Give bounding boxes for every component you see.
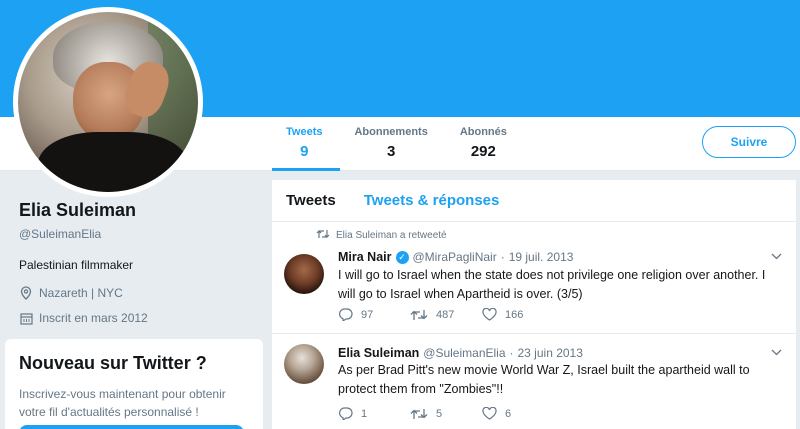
- profile-joined: Inscrit en mars 2012: [19, 311, 259, 325]
- tweet-date[interactable]: 23 juin 2013: [518, 346, 583, 360]
- stat-label: Abonnés: [459, 126, 507, 138]
- signup-text: Inscrivez-vous maintenant pour obtenir v…: [19, 387, 226, 419]
- stat-label: Tweets: [286, 126, 323, 138]
- stat-label: Abonnements: [354, 126, 428, 138]
- like-count: 6: [505, 407, 512, 420]
- tweet-author-handle[interactable]: @SuleimanElia: [423, 346, 505, 360]
- signup-module: Nouveau sur Twitter ? Inscrivez-vous mai…: [5, 339, 263, 429]
- tweet-header: Mira Nair ✓ @MiraPagliNair · 19 juil. 20…: [338, 250, 573, 264]
- retweet-count: 487: [436, 308, 455, 321]
- retweet-action[interactable]: 487: [410, 308, 482, 321]
- reply-count: 97: [361, 308, 374, 321]
- profile-card: Elia Suleiman @SuleimanElia Palestinian …: [19, 200, 259, 325]
- stat-value: 9: [300, 143, 309, 160]
- profile-location: Nazareth | NYC: [19, 286, 259, 300]
- profile-stats: Tweets 9 Abonnements 3 Abonnés 292: [272, 117, 525, 171]
- tab-tweets[interactable]: Tweets: [286, 192, 336, 209]
- retweet-icon: [410, 408, 428, 420]
- like-icon: [482, 308, 497, 321]
- follow-button[interactable]: Suivre: [702, 126, 796, 158]
- tweet-separator: ·: [509, 346, 514, 360]
- stat-following[interactable]: Abonnements 3: [340, 117, 445, 171]
- profile-name[interactable]: Elia Suleiman: [19, 200, 259, 221]
- retweet-action[interactable]: 5: [410, 407, 482, 420]
- location-text: Nazareth | NYC: [39, 286, 123, 300]
- tab-tweets-replies[interactable]: Tweets & réponses: [364, 192, 500, 209]
- stat-followers[interactable]: Abonnés 292: [446, 117, 525, 171]
- signup-button[interactable]: [19, 425, 244, 429]
- reply-action[interactable]: 1: [338, 407, 410, 420]
- tweet-avatar[interactable]: [284, 344, 324, 384]
- reply-icon: [338, 407, 353, 420]
- stat-value: 3: [386, 143, 396, 160]
- location-pin-icon: [19, 286, 33, 300]
- profile-handle[interactable]: @SuleimanElia: [19, 227, 259, 241]
- like-icon: [482, 407, 497, 420]
- retweet-icon: [316, 229, 330, 242]
- retweet-icon: [410, 309, 428, 321]
- tweet-separator: ·: [500, 250, 505, 264]
- tweet-author-name[interactable]: Elia Suleiman: [338, 346, 419, 360]
- reply-icon: [338, 308, 353, 321]
- retweet-context-text: Elia Suleiman a retweeté: [336, 230, 447, 241]
- retweet-count: 5: [436, 407, 443, 420]
- like-action[interactable]: 166: [482, 308, 554, 321]
- stat-tweets[interactable]: Tweets 9: [272, 117, 341, 171]
- reply-count: 1: [361, 407, 368, 420]
- like-action[interactable]: 6: [482, 407, 554, 420]
- verified-badge-icon: ✓: [395, 250, 409, 264]
- reply-action[interactable]: 97: [338, 308, 410, 321]
- tweet-avatar[interactable]: [284, 254, 324, 294]
- joined-text: Inscrit en mars 2012: [39, 311, 148, 325]
- stat-value: 292: [470, 143, 496, 160]
- tweet-actions: 97 487 166: [338, 308, 554, 321]
- signup-title: Nouveau sur Twitter ?: [19, 353, 207, 373]
- caret-down-icon[interactable]: [771, 348, 782, 359]
- profile-avatar[interactable]: [13, 7, 203, 197]
- tweet-author-handle[interactable]: @MiraPagliNair: [413, 250, 497, 264]
- tweet-header: Elia Suleiman @SuleimanElia · 23 juin 20…: [338, 346, 583, 360]
- tweet-item[interactable]: Elia Suleiman @SuleimanElia · 23 juin 20…: [272, 334, 796, 429]
- like-count: 166: [505, 308, 524, 321]
- tweet-author-name[interactable]: Mira Nair: [338, 250, 392, 264]
- tweet-actions: 1 5 6: [338, 407, 554, 420]
- tweet-date[interactable]: 19 juil. 2013: [509, 250, 574, 264]
- retweet-context: Elia Suleiman a retweeté: [316, 229, 447, 242]
- profile-bio: Palestinian filmmaker: [19, 258, 134, 272]
- calendar-icon: [19, 311, 33, 325]
- caret-down-icon[interactable]: [771, 252, 782, 263]
- avatar-photo: [18, 12, 198, 192]
- timeline-tabs: Tweets Tweets & réponses: [272, 180, 796, 222]
- tweet-text: As per Brad Pitt's new movie World War Z…: [338, 363, 750, 396]
- timeline: Tweets Tweets & réponses Elia Suleiman a…: [272, 180, 796, 429]
- tweet-text: I will go to Israel when the state does …: [338, 268, 766, 301]
- tweet-item[interactable]: Elia Suleiman a retweeté Mira Nair ✓ @Mi…: [272, 222, 796, 334]
